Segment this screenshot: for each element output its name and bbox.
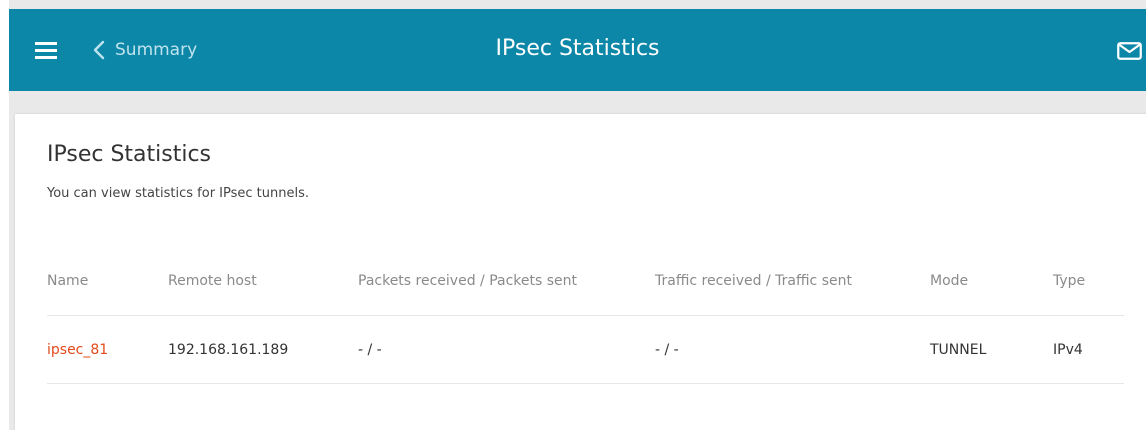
column-header-traffic: Traffic received / Traffic sent [655, 273, 852, 289]
column-header-remote-host: Remote host [168, 273, 257, 289]
table-header-row: Name Remote host Packets received / Pack… [47, 256, 1124, 316]
tunnel-name-link[interactable]: ipsec_81 [47, 342, 108, 358]
table-row[interactable]: ipsec_81 192.168.161.189 - / - - / - TUN… [47, 316, 1124, 384]
remote-host-value: 192.168.161.189 [168, 342, 289, 358]
column-header-mode: Mode [930, 273, 969, 289]
statistics-card: IPsec Statistics You can view statistics… [15, 114, 1146, 430]
hamburger-menu-icon[interactable] [35, 42, 57, 59]
packets-value: - / - [358, 342, 382, 358]
column-header-type: Type [1053, 273, 1086, 289]
chevron-left-icon [93, 40, 105, 60]
column-header-name: Name [47, 273, 89, 289]
top-bar: Summary IPsec Statistics [9, 9, 1146, 91]
traffic-value: - / - [655, 342, 679, 358]
back-to-summary-link[interactable]: Summary [93, 37, 197, 63]
mail-envelope-icon[interactable] [1117, 42, 1142, 60]
page: Summary IPsec Statistics IPsec Statistic… [0, 0, 1146, 430]
card-description: You can view statistics for IPsec tunnel… [47, 186, 310, 201]
ipsec-statistics-table: Name Remote host Packets received / Pack… [47, 256, 1124, 384]
type-value: IPv4 [1053, 342, 1083, 358]
card-title: IPsec Statistics [47, 142, 212, 167]
back-link-label: Summary [115, 40, 198, 60]
mode-value: TUNNEL [930, 342, 987, 358]
column-header-packets: Packets received / Packets sent [358, 273, 578, 289]
left-edge [0, 0, 9, 430]
